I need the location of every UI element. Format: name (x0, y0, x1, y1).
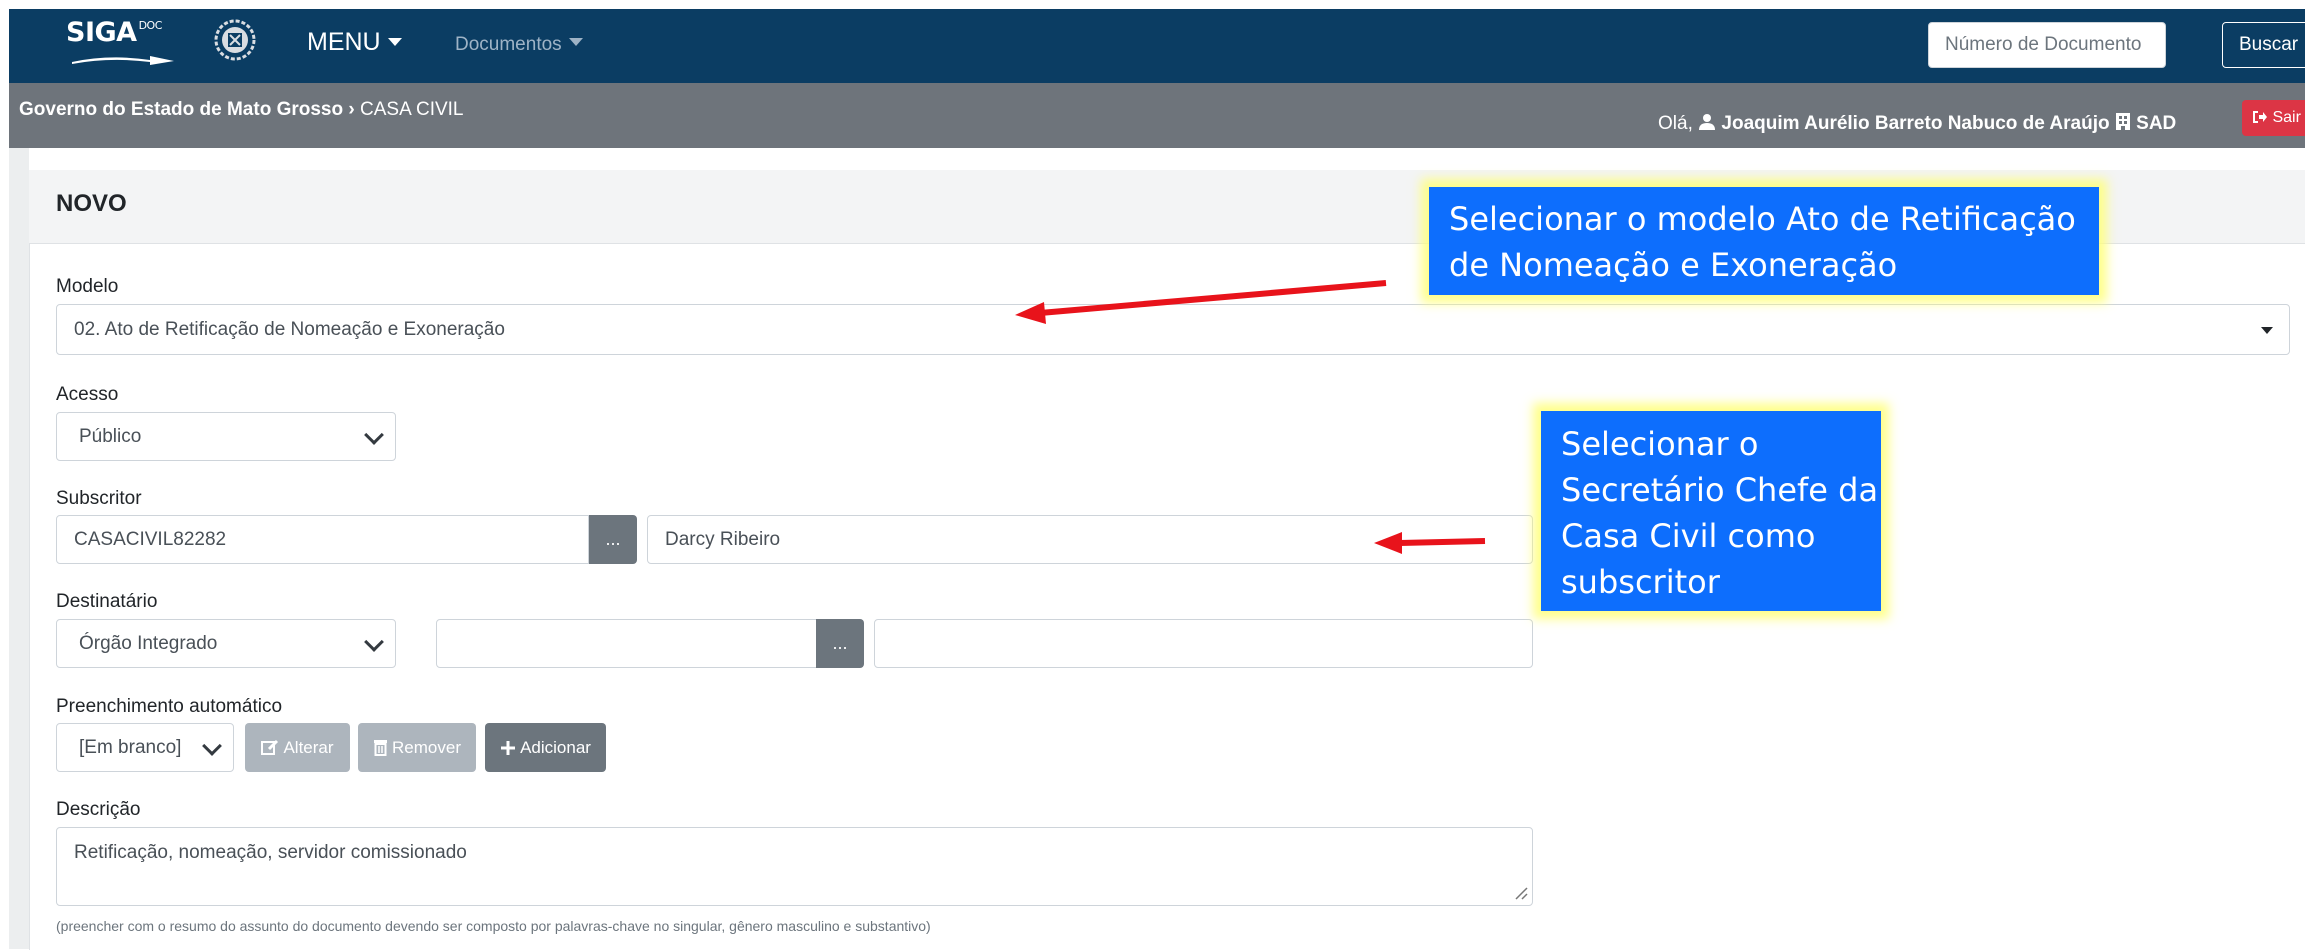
document-number-input[interactable] (1928, 22, 2166, 68)
card-title: NOVO (56, 190, 127, 217)
breadcrumb-unit[interactable]: CASA CIVIL (360, 99, 464, 120)
subscritor-name-value: Darcy Ribeiro (665, 528, 781, 550)
acesso-select[interactable]: Público (56, 412, 396, 461)
user-name: Joaquim Aurélio Barreto Nabuco de Araújo (1721, 113, 2110, 134)
menu-label: MENU (307, 28, 381, 56)
destinatario-search-button[interactable]: ... (816, 619, 864, 668)
menu-dropdown[interactable]: MENU (307, 28, 402, 57)
destinatario-type-select[interactable]: Órgão Integrado (56, 619, 396, 668)
chevron-down-icon (202, 735, 222, 756)
preenchimento-value: [Em branco] (79, 736, 182, 758)
caret-down-icon (387, 38, 402, 46)
page-gutter (9, 148, 29, 949)
trash-icon (374, 740, 388, 756)
breadcrumb-org[interactable]: Governo do Estado de Mato Grosso (19, 99, 343, 120)
adicionar-button[interactable]: Adicionar (485, 723, 606, 772)
callout-modelo-line-1: Selecionar o modelo Ato de Retificação (1449, 200, 2076, 238)
breadcrumb-separator: › (348, 99, 355, 120)
modelo-label: Modelo (56, 276, 119, 297)
preenchimento-select[interactable]: [Em branco] (56, 723, 234, 772)
logout-button[interactable]: Sair (2242, 100, 2305, 136)
destinatario-label: Destinatário (56, 591, 158, 612)
descricao-hint: (preencher com o resumo do assunto do do… (56, 918, 931, 934)
remover-button[interactable]: Remover (358, 723, 476, 772)
state-crest-icon (214, 19, 256, 61)
callout-subscritor-line-2: Secretário Chefe da (1561, 471, 1879, 509)
documentos-label: Documentos (455, 34, 562, 55)
callout-subscritor-line-3: Casa Civil como (1561, 517, 1816, 555)
preenchimento-label: Preenchimento automático (56, 696, 283, 717)
acesso-label: Acesso (56, 384, 119, 405)
building-icon (2115, 113, 2130, 130)
subscritor-search-button[interactable]: ... (589, 515, 637, 564)
callout-subscritor-line-1: Selecionar o (1561, 425, 1759, 463)
breadcrumb: Governo do Estado de Mato Grosso › CASA … (19, 99, 464, 121)
descricao-value: Retificação, nomeação, servidor comissio… (74, 842, 467, 863)
chevron-down-icon (364, 631, 384, 652)
remover-label: Remover (392, 737, 461, 757)
descricao-label: Descrição (56, 799, 141, 820)
dropdown-triangle-icon (2261, 326, 2273, 334)
user-unit: SAD (2136, 113, 2177, 134)
subscritor-label: Subscritor (56, 488, 142, 509)
callout-modelo-line-2: de Nomeação e Exoneração (1449, 246, 1898, 284)
subscritor-name-input[interactable]: Darcy Ribeiro (647, 515, 1533, 564)
logo-superscript: DOC (138, 19, 163, 32)
resize-handle-icon[interactable] (1512, 884, 1528, 900)
subscritor-code-input[interactable]: CASACIVIL82282 (56, 515, 589, 564)
destinatario-type-value: Órgão Integrado (79, 632, 218, 654)
modelo-select[interactable]: 02. Ato de Retificação de Nomeação e Exo… (56, 304, 2290, 355)
user-greeting: Olá, Joaquim Aurélio Barreto Nabuco de A… (1658, 112, 2176, 135)
siga-logo[interactable]: SIGA DOC (66, 17, 162, 48)
alterar-label: Alterar (283, 737, 334, 757)
sign-out-icon (2253, 111, 2267, 123)
descricao-textarea[interactable]: Retificação, nomeação, servidor comissio… (56, 827, 1533, 906)
logo-text: SIGA (66, 17, 137, 48)
greeting-text: Olá, (1658, 113, 1693, 134)
callout-subscritor: Selecionar o Secretário Chefe da Casa Ci… (1541, 411, 1881, 611)
modelo-value: 02. Ato de Retificação de Nomeação e Exo… (74, 318, 505, 340)
alterar-button[interactable]: Alterar (245, 723, 350, 772)
search-button[interactable]: Buscar (2222, 22, 2305, 68)
documentos-dropdown[interactable]: Documentos (455, 34, 583, 56)
edit-icon (261, 739, 279, 755)
acesso-value: Público (79, 425, 142, 447)
logout-label: Sair (2272, 109, 2301, 126)
chevron-down-icon (364, 424, 384, 445)
subscritor-code-value: CASACIVIL82282 (74, 528, 227, 550)
callout-subscritor-line-4: subscritor (1561, 563, 1720, 601)
callout-modelo: Selecionar o modelo Ato de Retificação d… (1429, 187, 2099, 295)
plus-icon (501, 740, 516, 755)
caret-down-icon (568, 38, 583, 46)
logo-swoosh-icon (72, 56, 174, 65)
adicionar-label: Adicionar (520, 737, 591, 757)
destinatario-code-input[interactable] (436, 619, 817, 668)
user-icon (1699, 114, 1716, 130)
destinatario-name-input[interactable] (874, 619, 1533, 668)
